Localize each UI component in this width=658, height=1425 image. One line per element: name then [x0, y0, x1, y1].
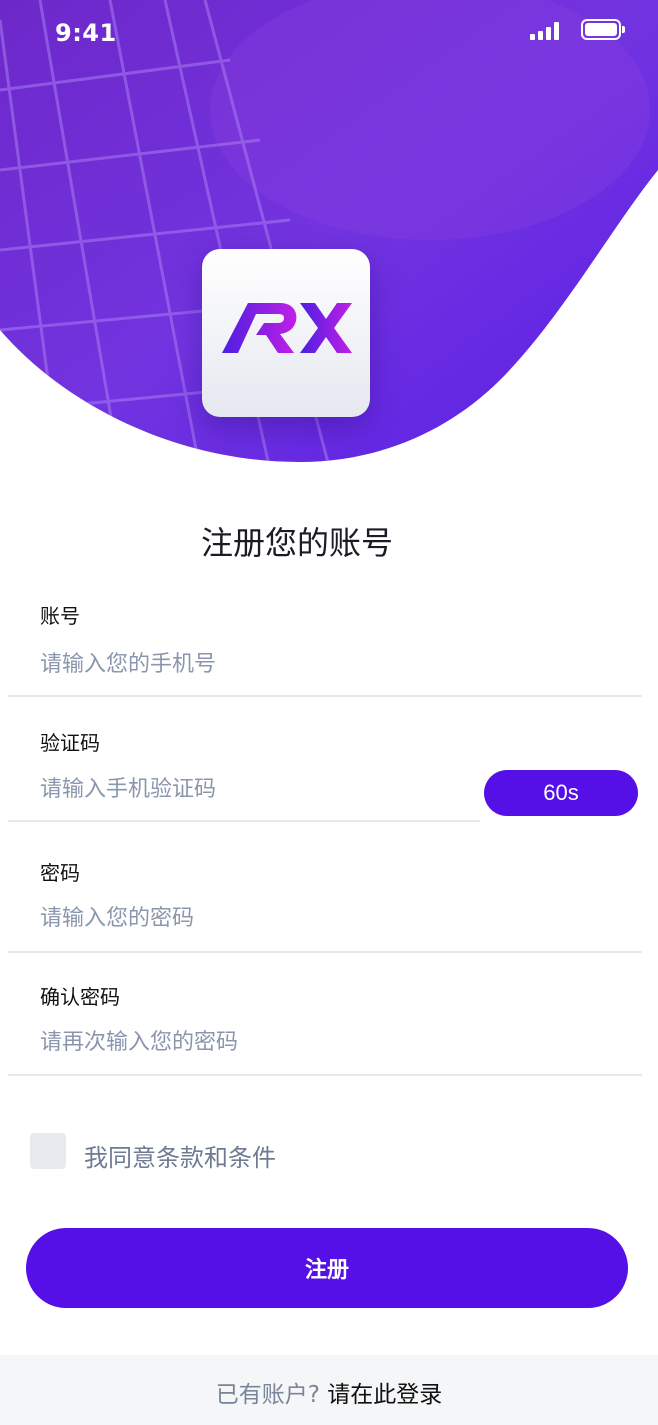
login-link[interactable]: 请在此登录 [327, 1382, 442, 1408]
confirm-password-label: 确认密码 [40, 985, 120, 1009]
confirm-password-input[interactable] [40, 1024, 460, 1060]
register-button[interactable]: 注册 [26, 1228, 628, 1308]
send-code-button[interactable]: 60s [484, 770, 638, 816]
agree-label[interactable]: 我同意条款和条件 [84, 1138, 276, 1173]
divider [8, 1074, 642, 1076]
divider [8, 695, 642, 697]
app-logo [202, 249, 370, 417]
divider [8, 951, 642, 953]
password-label: 密码 [40, 861, 80, 885]
footer-hint: 已有账户? [215, 1382, 320, 1408]
code-input[interactable] [40, 771, 460, 807]
footer: 已有账户? 请在此登录 [0, 1355, 658, 1425]
signal-icon [530, 22, 562, 40]
account-label: 账号 [40, 604, 80, 628]
battery-icon [581, 19, 625, 40]
code-label: 验证码 [40, 731, 100, 755]
status-bar: 9:41 [0, 0, 658, 64]
account-input[interactable] [40, 646, 460, 682]
rx-logo-icon [222, 303, 352, 353]
password-input[interactable] [40, 900, 460, 936]
agree-checkbox[interactable] [30, 1133, 66, 1169]
divider [8, 820, 480, 822]
page-title: 注册您的账号 [200, 524, 393, 562]
status-time: 9:41 [55, 19, 117, 47]
